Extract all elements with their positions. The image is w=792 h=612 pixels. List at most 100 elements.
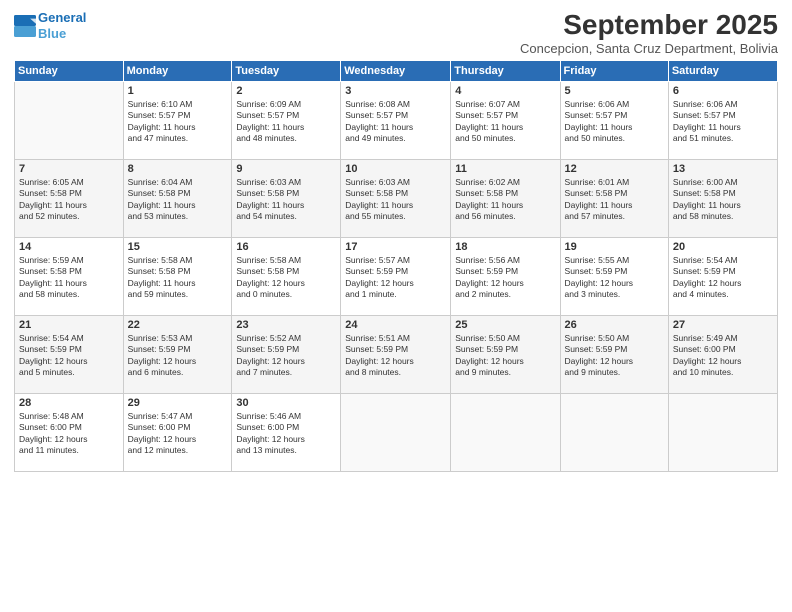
day-info: Sunrise: 5:50 AMSunset: 5:59 PMDaylight:… bbox=[455, 333, 555, 379]
weekday-header: Sunday bbox=[15, 60, 124, 81]
location: Concepcion, Santa Cruz Department, Boliv… bbox=[520, 41, 778, 56]
calendar-week-row: 14 Sunrise: 5:59 AMSunset: 5:58 PMDayligh… bbox=[15, 237, 778, 315]
calendar-cell: 30 Sunrise: 5:46 AMSunset: 6:00 PMDayligh… bbox=[232, 393, 341, 471]
calendar-cell: 25 Sunrise: 5:50 AMSunset: 5:59 PMDayligh… bbox=[451, 315, 560, 393]
day-number: 16 bbox=[236, 241, 336, 253]
calendar-cell: 8 Sunrise: 6:04 AMSunset: 5:58 PMDaylight… bbox=[123, 159, 232, 237]
day-number: 3 bbox=[345, 85, 446, 97]
calendar-cell: 5 Sunrise: 6:06 AMSunset: 5:57 PMDaylight… bbox=[560, 81, 668, 159]
day-number: 24 bbox=[345, 319, 446, 331]
calendar-cell: 24Sunrise: 5:51 AMSunset: 5:59 PMDayligh… bbox=[341, 315, 451, 393]
page-header: General Blue September 2025 Concepcion, … bbox=[14, 10, 778, 56]
day-number: 9 bbox=[236, 163, 336, 175]
calendar-week-row: 28 Sunrise: 5:48 AMSunset: 6:00 PMDayligh… bbox=[15, 393, 778, 471]
day-number: 5 bbox=[565, 85, 664, 97]
day-number: 2 bbox=[236, 85, 336, 97]
day-number: 26 bbox=[565, 319, 664, 331]
calendar-cell bbox=[560, 393, 668, 471]
calendar-cell: 7 Sunrise: 6:05 AMSunset: 5:58 PMDaylight… bbox=[15, 159, 124, 237]
calendar-cell: 3 Sunrise: 6:08 AMSunset: 5:57 PMDaylight… bbox=[341, 81, 451, 159]
day-info: Sunrise: 5:48 AMSunset: 6:00 PMDaylight:… bbox=[19, 411, 119, 457]
day-info: Sunrise: 5:59 AMSunset: 5:58 PMDaylight:… bbox=[19, 255, 119, 301]
day-number: 30 bbox=[236, 397, 336, 409]
calendar-cell: 2 Sunrise: 6:09 AMSunset: 5:57 PMDaylight… bbox=[232, 81, 341, 159]
day-info: Sunrise: 6:03 AMSunset: 5:58 PMDaylight:… bbox=[236, 177, 336, 223]
calendar-cell: 9 Sunrise: 6:03 AMSunset: 5:58 PMDaylight… bbox=[232, 159, 341, 237]
calendar-cell bbox=[451, 393, 560, 471]
weekday-header: Friday bbox=[560, 60, 668, 81]
day-number: 13 bbox=[673, 163, 773, 175]
calendar-cell: 29Sunrise: 5:47 AMSunset: 6:00 PMDayligh… bbox=[123, 393, 232, 471]
day-number: 25 bbox=[455, 319, 555, 331]
calendar-cell: 11 Sunrise: 6:02 AMSunset: 5:58 PMDayligh… bbox=[451, 159, 560, 237]
calendar-header: SundayMondayTuesdayWednesdayThursdayFrid… bbox=[15, 60, 778, 81]
calendar-cell: 22Sunrise: 5:53 AMSunset: 5:59 PMDayligh… bbox=[123, 315, 232, 393]
calendar-cell: 4 Sunrise: 6:07 AMSunset: 5:57 PMDaylight… bbox=[451, 81, 560, 159]
weekday-header: Monday bbox=[123, 60, 232, 81]
day-info: Sunrise: 6:05 AMSunset: 5:58 PMDaylight:… bbox=[19, 177, 119, 223]
calendar-cell: 28 Sunrise: 5:48 AMSunset: 6:00 PMDayligh… bbox=[15, 393, 124, 471]
day-info: Sunrise: 5:52 AMSunset: 5:59 PMDaylight:… bbox=[236, 333, 336, 379]
logo-line1: General bbox=[38, 10, 86, 25]
day-number: 1 bbox=[128, 85, 228, 97]
day-info: Sunrise: 6:10 AMSunset: 5:57 PMDaylight:… bbox=[128, 99, 228, 145]
day-number: 11 bbox=[455, 163, 555, 175]
calendar-cell bbox=[15, 81, 124, 159]
weekday-header: Tuesday bbox=[232, 60, 341, 81]
day-info: Sunrise: 5:50 AMSunset: 5:59 PMDaylight:… bbox=[565, 333, 664, 379]
calendar-cell: 26 Sunrise: 5:50 AMSunset: 5:59 PMDayligh… bbox=[560, 315, 668, 393]
day-number: 7 bbox=[19, 163, 119, 175]
day-number: 8 bbox=[128, 163, 228, 175]
day-info: Sunrise: 6:07 AMSunset: 5:57 PMDaylight:… bbox=[455, 99, 555, 145]
logo-line2: Blue bbox=[38, 26, 66, 41]
calendar-cell: 27 Sunrise: 5:49 AMSunset: 6:00 PMDayligh… bbox=[668, 315, 777, 393]
title-block: September 2025 Concepcion, Santa Cruz De… bbox=[520, 10, 778, 56]
day-info: Sunrise: 6:09 AMSunset: 5:57 PMDaylight:… bbox=[236, 99, 336, 145]
calendar-cell: 17 Sunrise: 5:57 AMSunset: 5:59 PMDayligh… bbox=[341, 237, 451, 315]
day-number: 28 bbox=[19, 397, 119, 409]
day-info: Sunrise: 6:06 AMSunset: 5:57 PMDaylight:… bbox=[565, 99, 664, 145]
day-info: Sunrise: 5:55 AMSunset: 5:59 PMDaylight:… bbox=[565, 255, 664, 301]
day-info: Sunrise: 5:58 AMSunset: 5:58 PMDaylight:… bbox=[128, 255, 228, 301]
day-info: Sunrise: 6:03 AMSunset: 5:58 PMDaylight:… bbox=[345, 177, 446, 223]
calendar-cell: 20 Sunrise: 5:54 AMSunset: 5:59 PMDayligh… bbox=[668, 237, 777, 315]
day-number: 17 bbox=[345, 241, 446, 253]
month-title: September 2025 bbox=[520, 10, 778, 41]
day-number: 19 bbox=[565, 241, 664, 253]
day-info: Sunrise: 5:57 AMSunset: 5:59 PMDaylight:… bbox=[345, 255, 446, 301]
day-number: 14 bbox=[19, 241, 119, 253]
day-info: Sunrise: 6:02 AMSunset: 5:58 PMDaylight:… bbox=[455, 177, 555, 223]
day-number: 23 bbox=[236, 319, 336, 331]
weekday-header: Saturday bbox=[668, 60, 777, 81]
day-info: Sunrise: 5:56 AMSunset: 5:59 PMDaylight:… bbox=[455, 255, 555, 301]
calendar-week-row: 1 Sunrise: 6:10 AMSunset: 5:57 PMDaylight… bbox=[15, 81, 778, 159]
day-info: Sunrise: 6:04 AMSunset: 5:58 PMDaylight:… bbox=[128, 177, 228, 223]
day-number: 29 bbox=[128, 397, 228, 409]
weekday-header: Thursday bbox=[451, 60, 560, 81]
day-number: 6 bbox=[673, 85, 773, 97]
day-info: Sunrise: 5:49 AMSunset: 6:00 PMDaylight:… bbox=[673, 333, 773, 379]
day-info: Sunrise: 5:58 AMSunset: 5:58 PMDaylight:… bbox=[236, 255, 336, 301]
calendar-cell: 12Sunrise: 6:01 AMSunset: 5:58 PMDayligh… bbox=[560, 159, 668, 237]
day-number: 27 bbox=[673, 319, 773, 331]
day-number: 10 bbox=[345, 163, 446, 175]
calendar-cell: 15Sunrise: 5:58 AMSunset: 5:58 PMDayligh… bbox=[123, 237, 232, 315]
calendar-week-row: 7 Sunrise: 6:05 AMSunset: 5:58 PMDaylight… bbox=[15, 159, 778, 237]
day-number: 20 bbox=[673, 241, 773, 253]
day-number: 12 bbox=[565, 163, 664, 175]
calendar-week-row: 21Sunrise: 5:54 AMSunset: 5:59 PMDayligh… bbox=[15, 315, 778, 393]
day-info: Sunrise: 5:54 AMSunset: 5:59 PMDaylight:… bbox=[673, 255, 773, 301]
day-info: Sunrise: 5:53 AMSunset: 5:59 PMDaylight:… bbox=[128, 333, 228, 379]
calendar-cell bbox=[341, 393, 451, 471]
calendar-cell: 10 Sunrise: 6:03 AMSunset: 5:58 PMDayligh… bbox=[341, 159, 451, 237]
calendar-cell: 18Sunrise: 5:56 AMSunset: 5:59 PMDayligh… bbox=[451, 237, 560, 315]
day-info: Sunrise: 6:00 AMSunset: 5:58 PMDaylight:… bbox=[673, 177, 773, 223]
day-number: 21 bbox=[19, 319, 119, 331]
day-info: Sunrise: 6:06 AMSunset: 5:57 PMDaylight:… bbox=[673, 99, 773, 145]
day-info: Sunrise: 5:46 AMSunset: 6:00 PMDaylight:… bbox=[236, 411, 336, 457]
logo-icon bbox=[14, 15, 36, 37]
day-info: Sunrise: 6:08 AMSunset: 5:57 PMDaylight:… bbox=[345, 99, 446, 145]
calendar-cell: 16 Sunrise: 5:58 AMSunset: 5:58 PMDayligh… bbox=[232, 237, 341, 315]
calendar-cell: 1 Sunrise: 6:10 AMSunset: 5:57 PMDaylight… bbox=[123, 81, 232, 159]
day-number: 4 bbox=[455, 85, 555, 97]
